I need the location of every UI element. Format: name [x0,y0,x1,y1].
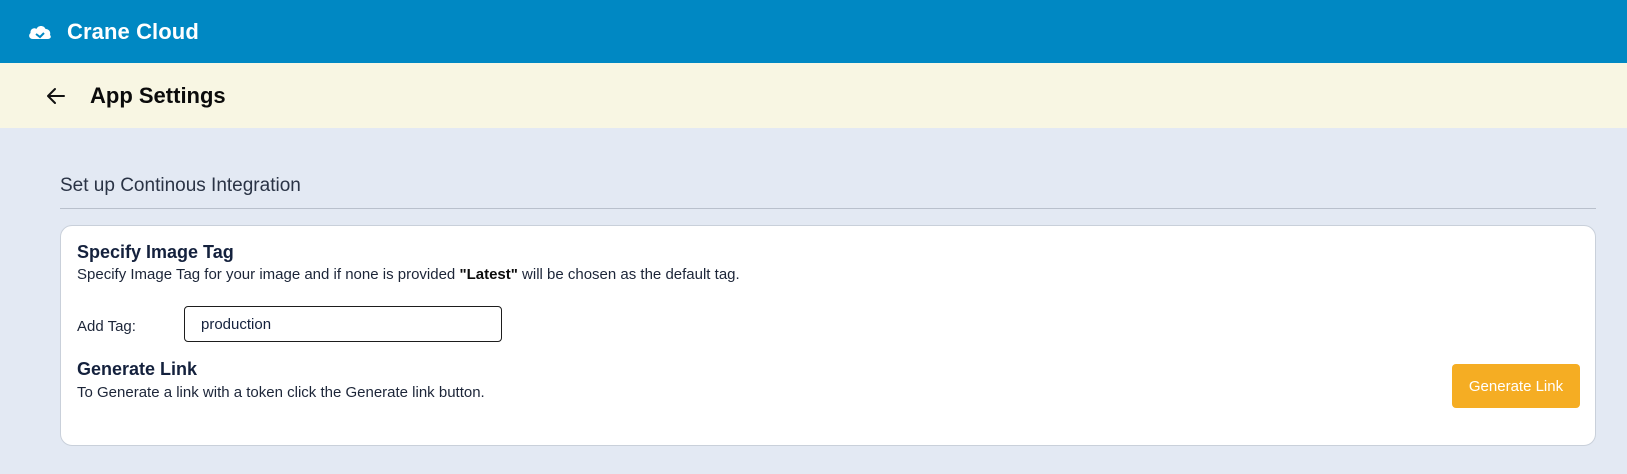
brand-name[interactable]: Crane Cloud [67,19,199,45]
section-title: Set up Continous Integration [60,175,301,196]
image-tag-description-prefix: Specify Image Tag for your image and if … [77,266,460,283]
add-tag-label: Add Tag: [77,318,136,335]
tag-input[interactable] [184,306,502,342]
image-tag-heading: Specify Image Tag [77,242,234,262]
generate-link-description: To Generate a link with a token click th… [77,384,485,401]
section-divider [60,208,1596,209]
generate-link-heading: Generate Link [77,359,198,379]
cloud-icon[interactable] [27,22,53,42]
default-tag-name: "Latest" [459,266,518,283]
page-title: App Settings [90,82,226,108]
generate-link-button[interactable]: Generate Link [1452,364,1580,408]
back-button[interactable] [44,84,68,108]
image-tag-description: Specify Image Tag for your image and if … [77,266,740,283]
ci-settings-card: Specify Image Tag Specify Image Tag for … [60,225,1596,446]
image-tag-description-suffix: will be chosen as the default tag. [517,266,740,283]
page-header: App Settings [0,63,1627,128]
arrow-left-icon [47,87,65,104]
top-navbar: Crane Cloud [0,0,1627,63]
